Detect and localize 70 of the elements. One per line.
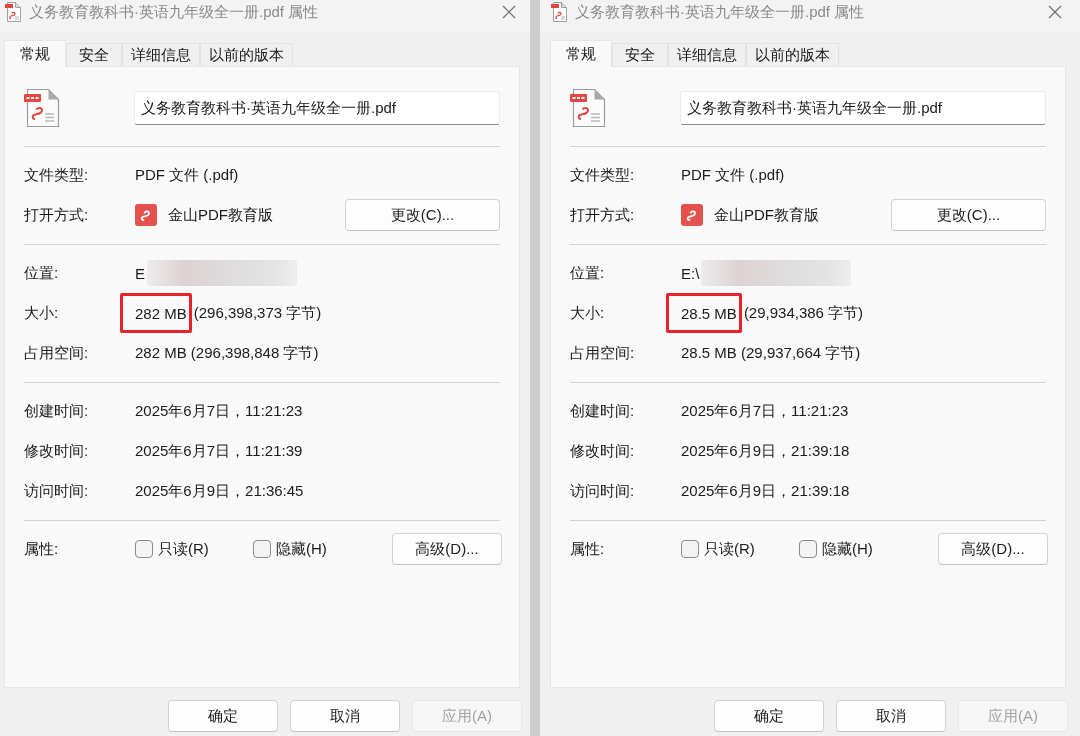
field-value: PDF 文件 (.pdf) [681,165,785,185]
app-name: 金山PDF教育版 [714,205,819,225]
highlighted-value: 28.5 MB [666,293,742,333]
tab[interactable]: 详细信息 [122,43,200,66]
field-label: 创建时间: [570,401,635,421]
field-label: 文件类型: [24,165,89,185]
checkbox[interactable] [799,540,817,558]
field-label: 属性: [24,539,59,559]
close-icon[interactable] [1048,5,1062,19]
file-name-field[interactable]: 义务教育教科书·英语九年级全一册.pdf [134,91,500,125]
field-value: (296,398,373 字节) [193,303,322,323]
field-label: 位置: [24,263,59,283]
checkbox[interactable] [681,540,699,558]
field-label: 访问时间: [570,481,635,501]
field-label: 大小: [570,303,605,323]
field-label: 占用空间: [24,343,89,363]
field-label: 位置: [570,263,605,283]
field-label: 访问时间: [24,481,89,501]
file-name-field[interactable]: 义务教育教科书·英语九年级全一册.pdf [680,91,1046,125]
change-button[interactable]: 更改(C)... [891,199,1046,231]
app-name: 金山PDF教育版 [168,205,273,225]
tab[interactable]: 常规 [4,40,66,67]
pdf-file-icon [570,88,606,128]
checkbox[interactable] [253,540,271,558]
tab[interactable]: 以前的版本 [200,43,293,66]
field-value: 2025年6月7日，11:21:23 [681,401,849,421]
field-label: 修改时间: [24,441,89,461]
field-value: 2025年6月9日，21:39:18 [681,481,850,501]
field-value: 2025年6月7日，11:21:23 [135,401,303,421]
window-title: 义务教育教科书·英语九年级全一册.pdf 属性 [29,2,320,22]
app-logo-icon [681,204,703,226]
field-label: 文件类型: [570,165,635,185]
field-label: 打开方式: [570,205,635,225]
checkbox-label[interactable]: 隐藏(H) [822,539,873,559]
tab[interactable]: 以前的版本 [746,43,839,66]
tab[interactable]: 安全 [612,43,668,66]
field-label: 创建时间: [24,401,89,421]
checkbox-label[interactable]: 只读(R) [704,539,755,559]
field-label: 占用空间: [570,343,635,363]
highlighted-value: 282 MB [120,293,192,333]
field-value: 282 MB (296,398,848 字节) [135,343,319,363]
close-icon[interactable] [502,5,516,19]
checkbox[interactable] [135,540,153,558]
field-label: 修改时间: [570,441,635,461]
tab[interactable]: 常规 [550,40,612,67]
field-value: 2025年6月9日，21:36:45 [135,481,304,501]
ok-button[interactable]: 确定 [168,700,278,732]
pdf-file-icon [24,88,60,128]
field-value: 2025年6月9日，21:39:18 [681,441,850,461]
window-title: 义务教育教科书·英语九年级全一册.pdf 属性 [575,2,866,22]
change-button[interactable]: 更改(C)... [345,199,500,231]
field-value: E:\ [681,264,700,282]
checkbox-label[interactable]: 隐藏(H) [276,539,327,559]
app-logo-icon [135,204,157,226]
field-value: PDF 文件 (.pdf) [135,165,239,185]
tab[interactable]: 详细信息 [668,43,746,66]
field-label: 大小: [24,303,59,323]
field-value: E [135,264,145,282]
field-value: (29,934,386 字节) [743,303,864,323]
cancel-button[interactable]: 取消 [290,700,400,732]
field-value: 2025年6月7日，11:21:39 [135,441,303,461]
tab[interactable]: 安全 [66,43,122,66]
advanced-button[interactable]: 高级(D)... [392,533,502,565]
advanced-button[interactable]: 高级(D)... [938,533,1048,565]
cancel-button[interactable]: 取消 [836,700,946,732]
field-value: 28.5 MB (29,937,664 字节) [681,343,861,363]
checkbox-label[interactable]: 只读(R) [158,539,209,559]
field-label: 打开方式: [24,205,89,225]
field-label: 属性: [570,539,605,559]
ok-button[interactable]: 确定 [714,700,824,732]
